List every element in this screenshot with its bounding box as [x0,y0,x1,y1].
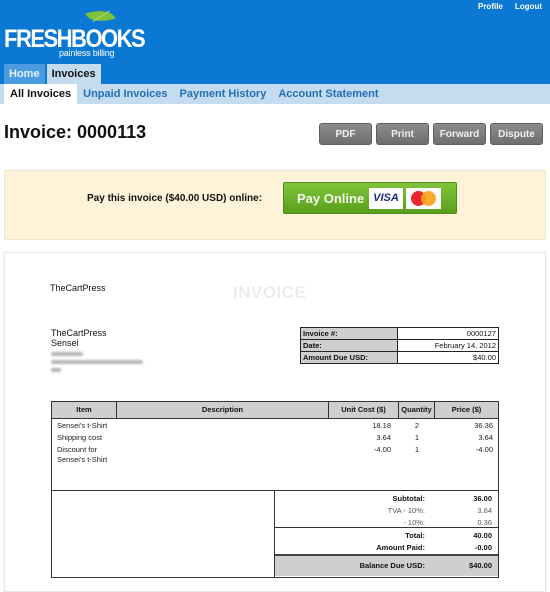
visa-icon: VISA [369,188,403,209]
balance-due-group: Balance Due USD: $40.00 [275,554,498,576]
notes-area [52,491,275,577]
redacted-line [51,368,61,372]
tab-invoices[interactable]: Invoices [46,64,101,84]
profile-link[interactable]: Profile [478,2,503,11]
tax2-value: 0.36 [477,518,492,527]
item-quantity: 1 [414,433,420,442]
pay-online-button[interactable]: Pay Online VISA [283,182,457,214]
client-line1: TheCartPress [51,328,107,338]
tax1-row: TVA - 10%: 3.64 [275,505,498,517]
meta-row: Amount Due USD: $40.00 [300,351,499,364]
meta-value: 0000127 [397,327,499,340]
pay-label: Pay this invoice ($40.00 USD) online: [87,193,263,204]
freshbooks-logo[interactable]: FRESHBOOKS painless billing [4,5,146,61]
top-links: Profile Logout [478,2,542,11]
pay-online-label: Pay Online [297,191,365,206]
visa-text: VISA [373,192,399,204]
total-row: Total: 40.00 [275,530,498,542]
item-price: -4.00 [475,445,493,454]
amount-paid-value: -0.00 [474,543,492,552]
item-price: 36.36 [474,421,493,430]
meta-row: Date: February 14, 2012 [300,339,499,352]
logo-tagline: painless billing [59,48,115,58]
item-name: Sensei's t-Shirt [57,421,108,430]
amount-paid-label: Amount Paid: [376,543,425,552]
subtotal-group: Subtotal: 36.00 TVA - 10%: 3.64 - 10%: 0… [275,491,498,527]
item-unit-cost: -4.00 [373,445,391,454]
subnav-payment-history[interactable]: Payment History [174,84,273,104]
tax2-label: - 10%: [403,518,425,527]
subtotal-label: Subtotal: [392,494,426,503]
item-name: Shipping cost [57,433,103,442]
col-price: Price ($) [451,405,482,414]
redacted-line [51,360,143,364]
subnav-unpaid-invoices[interactable]: Unpaid Invoices [77,84,173,104]
main-tabs: Home Invoices [4,64,101,84]
balance-due-label: Balance Due USD: [359,561,425,570]
pay-online-banner: Pay this invoice ($40.00 USD) online: Pa… [4,170,546,240]
tax1-label: TVA - 10%: [387,506,425,515]
col-quantity: Quantity [399,402,435,418]
item-quantity: 2 [414,421,420,430]
dispute-button[interactable]: Dispute [490,123,543,145]
client-line2: Sensei [51,338,79,348]
item-description [162,433,329,445]
table-row: Discount for Sensei's t-Shirt -4.00 1 -4… [52,445,498,465]
item-description [162,421,329,433]
totals-panel: Subtotal: 36.00 TVA - 10%: 3.64 - 10%: 0… [275,491,498,577]
subnav-all-invoices[interactable]: All Invoices [4,84,78,105]
meta-row: Invoice #: 0000127 [300,327,499,340]
invoice-watermark: INVOICE [233,283,307,302]
page-title: Invoice: 0000113 [4,122,147,142]
line-items-body: Sensei's t-Shirt 18.18 2 36.36 Shipping … [52,419,498,490]
item-name: Discount for Sensei's t-Shirt [57,445,108,464]
amount-paid-row: Amount Paid: -0.00 [275,542,498,554]
pdf-button[interactable]: PDF [319,123,372,145]
invoice-meta-table: Invoice #: 0000127 Date: February 14, 20… [300,327,499,364]
subtotal-value: 36.00 [473,494,492,503]
tab-home[interactable]: Home [4,64,45,84]
total-label: Total: [405,531,425,540]
invoice-actions: PDF Print Forward Dispute [319,123,543,145]
tax2-row: - 10%: 0.36 [275,517,498,529]
line-items-table: Item Description Unit Cost ($) Quantity … [51,401,499,578]
balance-due-value: $40.00 [469,561,492,570]
table-row: Sensei's t-Shirt 18.18 2 36.36 [52,421,498,433]
meta-label: Date: [300,339,398,352]
company-name: TheCartPress [50,283,106,293]
meta-label: Invoice #: [300,327,398,340]
subtotal-row: Subtotal: 36.00 [275,493,498,505]
total-group: Total: 40.00 Amount Paid: -0.00 [275,527,498,554]
balance-due-row: Balance Due USD: $40.00 [275,556,498,576]
col-unit-cost: Unit Cost ($) [329,402,399,418]
mastercard-icon [406,188,441,209]
app-header: FRESHBOOKS painless billing Profile Logo… [0,0,550,84]
table-row: Shipping cost 3.64 1 3.64 [52,433,498,445]
col-item: Item [52,402,117,418]
total-value: 40.00 [473,531,492,540]
meta-value: February 14, 2012 [397,339,499,352]
item-description [114,445,329,465]
tax1-value: 3.64 [477,506,492,515]
item-price: 3.64 [478,433,493,442]
col-description: Description [117,402,329,418]
subnav-account-statement[interactable]: Account Statement [272,84,384,104]
print-button[interactable]: Print [376,123,429,145]
line-items-header: Item Description Unit Cost ($) Quantity … [52,402,498,419]
mastercard-orange-circle [421,191,436,206]
meta-value: $40.00 [397,351,499,364]
item-unit-cost: 3.64 [376,433,391,442]
forward-button[interactable]: Forward [433,123,486,145]
logout-link[interactable]: Logout [515,2,542,11]
meta-label: Amount Due USD: [300,351,398,364]
item-quantity: 1 [414,445,420,454]
client-address: TheCartPress Sensei [51,328,143,372]
item-unit-cost: 18.18 [372,421,391,430]
totals-section: Subtotal: 36.00 TVA - 10%: 3.64 - 10%: 0… [52,490,498,577]
redacted-line [51,352,83,356]
invoices-subnav: All Invoices Unpaid Invoices Payment His… [0,84,550,105]
invoice-document: TheCartPress INVOICE TheCartPress Sensei… [4,252,546,592]
